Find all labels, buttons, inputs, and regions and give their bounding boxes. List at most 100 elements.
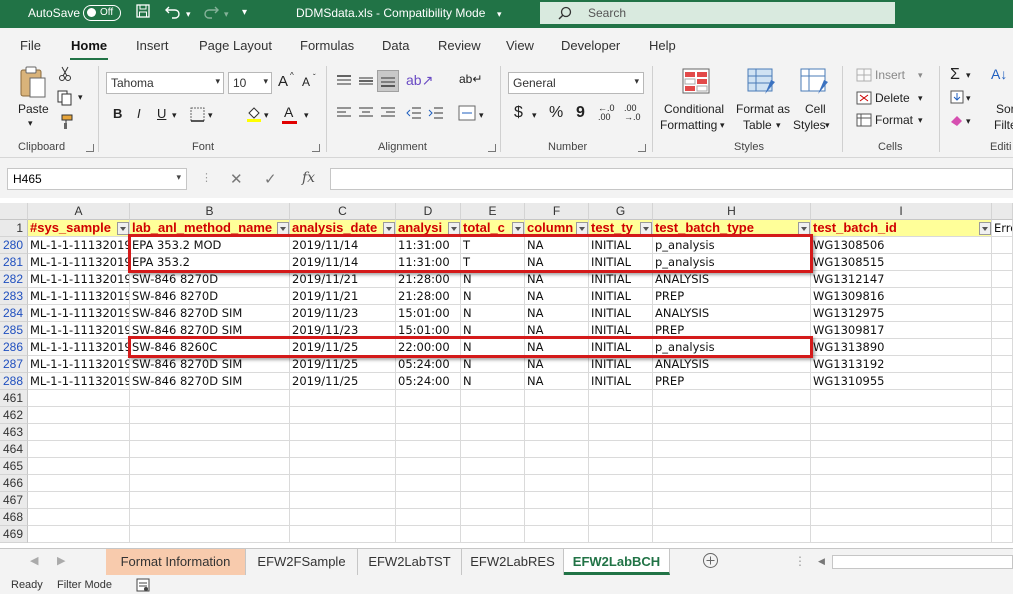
table-cell[interactable]: WG1313192 [811, 356, 992, 373]
table-cell[interactable]: NA [525, 373, 589, 390]
insert-function-button[interactable]: fx [302, 170, 315, 186]
row-header[interactable]: 286 [0, 339, 28, 356]
table-cell[interactable] [992, 526, 1013, 543]
sheet-tab-efw2labres[interactable]: EFW2LabRES [462, 549, 564, 575]
row-header[interactable]: 285 [0, 322, 28, 339]
table-cell[interactable]: 2019/11/25 [290, 373, 396, 390]
paste-dropdown-icon[interactable]: ▾ [28, 118, 33, 129]
table-cell[interactable] [589, 492, 653, 509]
row-header[interactable]: 463 [0, 424, 28, 441]
table-cell[interactable] [130, 526, 290, 543]
filter-dropdown-icon[interactable] [512, 222, 524, 235]
search-box[interactable]: Search [540, 2, 895, 24]
filter-dropdown-icon[interactable] [383, 222, 395, 235]
header-cell[interactable]: test_batch_id [811, 220, 992, 237]
column-header-a[interactable]: A [28, 203, 130, 220]
autosave-toggle[interactable]: Off [83, 5, 121, 21]
table-cell[interactable] [130, 407, 290, 424]
cell-styles-dropdown-icon[interactable]: ▾ [825, 120, 830, 131]
table-cell[interactable] [396, 407, 461, 424]
table-cell[interactable] [130, 458, 290, 475]
table-cell[interactable]: N [461, 322, 525, 339]
table-cell[interactable]: Erro [992, 220, 1013, 237]
table-cell[interactable]: SW-846 8270D SIM [130, 356, 290, 373]
font-name-select[interactable]: Tahoma ▾ [106, 72, 224, 94]
table-cell[interactable]: ANALYSIS [653, 356, 811, 373]
table-cell[interactable] [811, 475, 992, 492]
insert-dropdown-icon[interactable]: ▾ [918, 70, 923, 81]
table-cell[interactable] [396, 424, 461, 441]
table-cell[interactable]: INITIAL [589, 237, 653, 254]
font-launcher-icon[interactable] [312, 144, 320, 152]
table-cell[interactable]: N [461, 271, 525, 288]
table-cell[interactable]: INITIAL [589, 322, 653, 339]
paste-icon[interactable] [18, 66, 48, 103]
column-header-i[interactable]: I [811, 203, 992, 220]
table-cell[interactable]: NA [525, 339, 589, 356]
table-cell[interactable]: 21:28:00 [396, 288, 461, 305]
tab-view[interactable]: View [506, 38, 534, 53]
table-cell[interactable] [461, 458, 525, 475]
table-cell[interactable]: 15:01:00 [396, 322, 461, 339]
table-cell[interactable]: NA [525, 271, 589, 288]
row-header[interactable]: 283 [0, 288, 28, 305]
table-cell[interactable] [396, 390, 461, 407]
scroll-tabs-left-icon[interactable]: ◀ [30, 554, 38, 567]
table-cell[interactable]: SW-846 8270D SIM [130, 373, 290, 390]
table-cell[interactable]: INITIAL [589, 373, 653, 390]
fill-color-dropdown-icon[interactable]: ▾ [264, 110, 269, 121]
table-cell[interactable]: WG1308515 [811, 254, 992, 271]
table-cell[interactable] [811, 492, 992, 509]
font-color-button[interactable]: A [284, 104, 293, 120]
table-cell[interactable] [811, 526, 992, 543]
table-cell[interactable]: INITIAL [589, 356, 653, 373]
table-cell[interactable] [525, 526, 589, 543]
table-cell[interactable] [992, 254, 1013, 271]
format-as-table-label[interactable]: Format as [736, 102, 790, 116]
table-cell[interactable]: ML-1-1-11132019 [28, 305, 130, 322]
row-header[interactable]: 288 [0, 373, 28, 390]
save-icon[interactable] [135, 3, 151, 23]
align-top-icon[interactable] [336, 74, 352, 91]
table-cell[interactable] [461, 424, 525, 441]
table-cell[interactable] [992, 305, 1013, 322]
table-cell[interactable]: ML-1-1-11132019 [28, 339, 130, 356]
table-cell[interactable]: INITIAL [589, 305, 653, 322]
table-cell[interactable] [290, 475, 396, 492]
borders-icon[interactable] [190, 107, 205, 125]
table-cell[interactable]: ML-1-1-11132019 [28, 271, 130, 288]
table-cell[interactable] [290, 424, 396, 441]
paste-label[interactable]: Paste [18, 102, 49, 116]
format-as-table-icon[interactable] [747, 68, 777, 99]
table-cell[interactable]: ML-1-1-11132019 [28, 322, 130, 339]
table-cell[interactable] [396, 458, 461, 475]
filter-dropdown-icon[interactable] [117, 222, 129, 235]
table-cell[interactable]: WG1308506 [811, 237, 992, 254]
hscroll-left-icon[interactable]: ◀ [818, 556, 825, 567]
filter-dropdown-icon[interactable] [640, 222, 652, 235]
italic-button[interactable]: I [137, 106, 141, 121]
filter-dropdown-icon[interactable] [448, 222, 460, 235]
header-cell[interactable]: #sys_sample [28, 220, 130, 237]
table-cell[interactable] [589, 390, 653, 407]
align-center-icon[interactable] [358, 106, 374, 123]
row-header[interactable]: 280 [0, 237, 28, 254]
underline-button[interactable]: U [157, 106, 166, 121]
table-cell[interactable]: PREP [653, 288, 811, 305]
table-cell[interactable] [589, 441, 653, 458]
redo-icon[interactable] [202, 3, 220, 23]
new-sheet-icon[interactable] [702, 552, 719, 572]
table-cell[interactable] [290, 441, 396, 458]
table-cell[interactable]: INITIAL [589, 288, 653, 305]
row-header[interactable]: 1 [0, 220, 28, 237]
table-cell[interactable]: 2019/11/23 [290, 305, 396, 322]
table-cell[interactable] [525, 475, 589, 492]
column-header-f[interactable]: F [525, 203, 589, 220]
table-cell[interactable] [28, 441, 130, 458]
tab-page-layout[interactable]: Page Layout [199, 38, 272, 53]
column-header-c[interactable]: C [290, 203, 396, 220]
table-cell[interactable]: 2019/11/25 [290, 339, 396, 356]
table-cell[interactable] [811, 407, 992, 424]
table-cell[interactable]: p_analysis [653, 237, 811, 254]
customize-qat-icon[interactable]: ▾ [242, 7, 247, 18]
